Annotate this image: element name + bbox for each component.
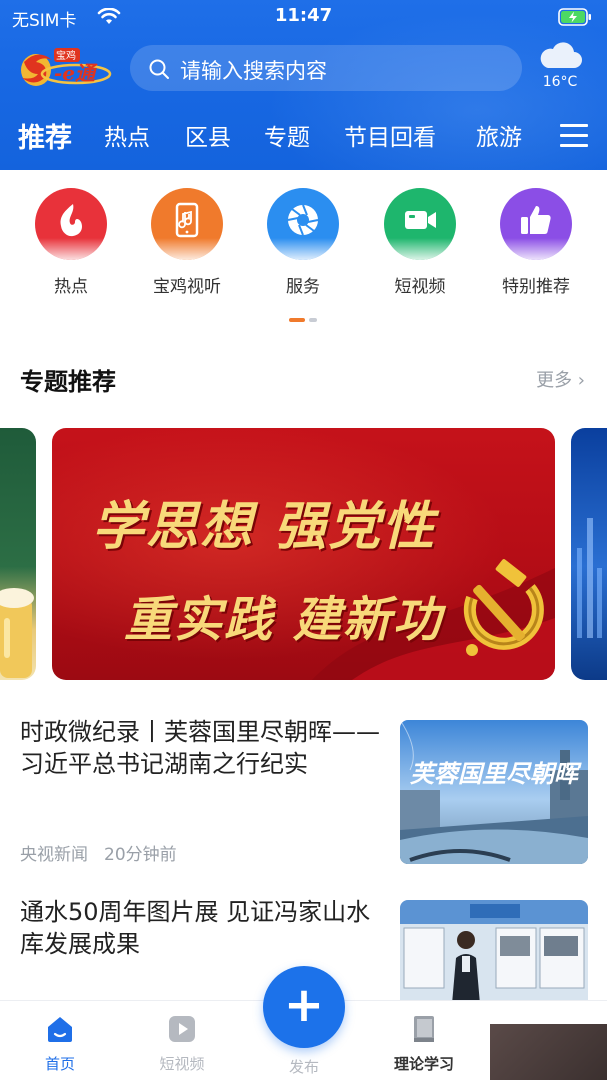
- tab-recommend[interactable]: 推荐: [18, 116, 72, 155]
- news-title[interactable]: 时政微纪录丨芙蓉国里尽朝晖——习近平总书记湖南之行纪实: [20, 716, 382, 780]
- tab-theory-study[interactable]: 理论学习: [374, 1013, 474, 1074]
- svg-text:宝鸡: 宝鸡: [56, 49, 76, 62]
- status-time: 11:47: [274, 5, 333, 26]
- quick-item-short-video[interactable]: 短视频: [365, 188, 475, 297]
- quick-item-label: 宝鸡视听: [153, 277, 221, 297]
- tab-travel[interactable]: 旅游: [476, 118, 522, 152]
- quick-item-label: 服务: [286, 277, 320, 297]
- news-source: 央视新闻: [20, 845, 88, 865]
- flame-icon: [60, 204, 83, 237]
- tab-label: 首页: [44, 1055, 75, 1073]
- plus-icon: +: [283, 977, 325, 1033]
- quick-item-hot[interactable]: 热点: [16, 188, 126, 297]
- quick-item-services[interactable]: 服务: [248, 188, 358, 297]
- section-title: 专题推荐: [20, 368, 116, 396]
- thumb-caption: 芙蓉国里尽朝晖: [410, 759, 582, 788]
- search-icon: [149, 59, 169, 79]
- news-thumbnail[interactable]: 芙蓉国里尽朝晖: [400, 720, 588, 864]
- weather-temperature: 16°C: [542, 74, 578, 90]
- phone-music-icon: [175, 202, 199, 238]
- banner-slogan-line1: 学思想 强党性: [92, 496, 437, 557]
- menu-icon[interactable]: [560, 124, 588, 148]
- channel-nav: 推荐 热点 区县 专题 节目回看 旅游: [0, 116, 607, 160]
- tab-replay[interactable]: 节目回看: [344, 118, 436, 152]
- banner-slogan-line2: 重实践 建新功: [124, 592, 443, 648]
- aperture-icon: [287, 204, 319, 236]
- quick-item-label: 特别推荐: [502, 277, 570, 297]
- quick-item-label: 热点: [54, 277, 88, 297]
- tab-label: 理论学习: [393, 1055, 454, 1073]
- tab-hot[interactable]: 热点: [104, 118, 150, 152]
- banner-next-peek[interactable]: [571, 428, 607, 680]
- home-icon: [48, 1017, 72, 1042]
- tab-home[interactable]: 首页: [10, 1013, 110, 1074]
- publish-button[interactable]: +: [263, 966, 345, 1048]
- quick-entry-grid: 热点 宝鸡视听 服务 短视频 特别推荐: [0, 170, 607, 340]
- beer-glass-image: [0, 588, 34, 678]
- hammer-sickle-emblem: [463, 559, 544, 656]
- tab-short-video[interactable]: 短视频: [132, 1013, 232, 1074]
- tab-district[interactable]: 区县: [185, 118, 231, 152]
- search-input[interactable]: 请输入搜索内容: [180, 55, 327, 85]
- quick-item-special[interactable]: 特别推荐: [481, 188, 591, 297]
- news-thumbnail[interactable]: [400, 900, 588, 1004]
- tab-label: 短视频: [159, 1055, 205, 1073]
- cloud-icon[interactable]: [536, 40, 584, 72]
- city-lights-image: [577, 518, 602, 638]
- quick-item-audio-visual[interactable]: 宝鸡视听: [132, 188, 242, 297]
- news-meta: 央视新闻 20分钟前: [20, 840, 193, 865]
- play-icon: [169, 1016, 195, 1042]
- page-dot[interactable]: [309, 318, 317, 322]
- corner-overlay: [490, 1024, 607, 1080]
- tab-topics[interactable]: 专题: [264, 118, 310, 152]
- video-camera-icon: [405, 211, 436, 229]
- quick-item-label: 短视频: [394, 277, 446, 297]
- news-title[interactable]: 通水50周年图片展 见证冯家山水库发展成果: [20, 896, 382, 960]
- exhibition-photo-image: [400, 900, 588, 1004]
- more-link[interactable]: 更多 ›: [536, 366, 585, 392]
- page-dot-active: [289, 318, 305, 322]
- topic-banner[interactable]: 学思想 强党性 重实践 建新功: [52, 428, 555, 680]
- battery-charging-icon: [558, 8, 591, 26]
- status-bar: 无SIM卡 11:47: [0, 0, 607, 34]
- book-icon: [414, 1016, 434, 1042]
- publish-label: 发布: [288, 1058, 319, 1076]
- svg-text:-e通: -e通: [54, 61, 98, 85]
- search-bar[interactable]: 请输入搜索内容: [130, 45, 522, 91]
- thumbs-up-icon: [521, 206, 551, 234]
- app-logo: -e通 宝鸡: [21, 48, 112, 86]
- city-river-image: 芙蓉国里尽朝晖: [400, 720, 588, 864]
- news-time: 20分钟前: [104, 845, 177, 865]
- news-item[interactable]: 时政微纪录丨芙蓉国里尽朝晖——习近平总书记湖南之行纪实 央视新闻 20分钟前 芙蓉…: [0, 716, 607, 876]
- banner-prev-peek[interactable]: [0, 428, 36, 680]
- header: 无SIM卡 11:47 -e通 宝鸡 请输入搜索内容 16°C 推荐 热点 区县…: [0, 0, 607, 170]
